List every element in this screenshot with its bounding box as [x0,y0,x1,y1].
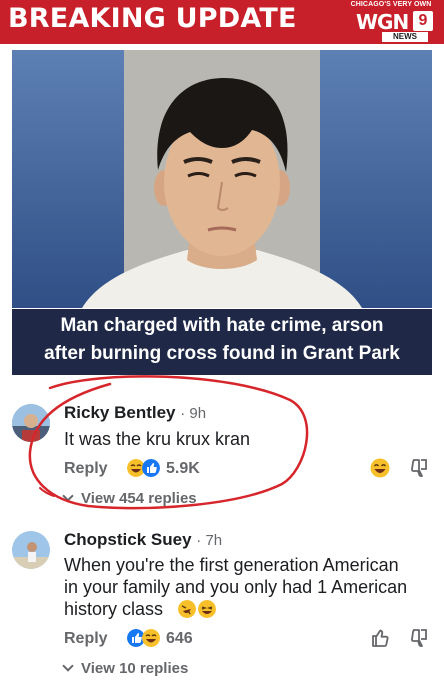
comment-time: · 7h [196,532,223,549]
view-replies-link[interactable]: View 10 replies [62,660,189,677]
comment-time: · 9h [180,405,207,422]
like-outline-icon[interactable] [368,626,392,650]
chevron-down-icon [62,490,74,502]
avatar-image [12,531,50,569]
grin-emoji-icon [198,600,216,618]
person-portrait [82,78,362,308]
dislike-icon[interactable] [408,456,432,480]
author-name: Chopstick Suey [64,530,192,549]
logo-name: WGN [356,10,409,34]
reply-button[interactable]: Reply [64,460,108,478]
avatar[interactable] [12,531,50,569]
rofl-emoji-icon [178,600,196,618]
reaction-count[interactable]: 646 [166,630,193,648]
dislike-icon[interactable] [408,626,432,650]
station-logo: CHICAGO'S VERY OWN WGN 9 NEWS [338,0,444,44]
headline-caption: Man charged with hate crime, arson after… [12,309,432,375]
logo-tagline: CHICAGO'S VERY OWN [350,1,432,8]
caption-line-2: after burning cross found in Grant Park [44,343,400,364]
laugh-emoji-icon [142,629,160,647]
view-replies-label: View 10 replies [81,660,189,677]
chevron-down-icon [62,660,74,672]
breaking-banner: BREAKING UPDATE CHICAGO'S VERY OWN WGN 9… [0,0,444,44]
comment-author[interactable]: Chopstick Suey · 7h [64,530,222,550]
avatar-image [12,404,50,442]
comment-text-line-2: in your family and you only had 1 Americ… [64,577,408,597]
like-icon [142,459,160,477]
mugshot-photo [12,50,432,308]
comment-author[interactable]: Ricky Bentley · 9h [64,403,206,423]
logo-sub: NEWS [382,32,428,42]
comment-text-line-3: history class [64,599,164,619]
reaction-count[interactable]: 5.9K [166,460,200,478]
caption-line-1: Man charged with hate crime, arson [60,315,384,336]
comment-text: It was the kru krux kran [64,429,251,449]
logo-number: 9 [413,11,433,31]
view-replies-link[interactable]: View 454 replies [62,490,197,507]
author-name: Ricky Bentley [64,403,176,422]
avatar[interactable] [12,404,50,442]
news-image: BREAKING UPDATE CHICAGO'S VERY OWN WGN 9… [0,0,444,383]
view-replies-label: View 454 replies [81,490,197,507]
reply-button[interactable]: Reply [64,630,108,648]
comment-text-line-1: When you're the first generation America… [64,555,399,575]
laugh-reaction-icon[interactable] [368,456,392,480]
banner-title: BREAKING UPDATE [8,3,297,34]
